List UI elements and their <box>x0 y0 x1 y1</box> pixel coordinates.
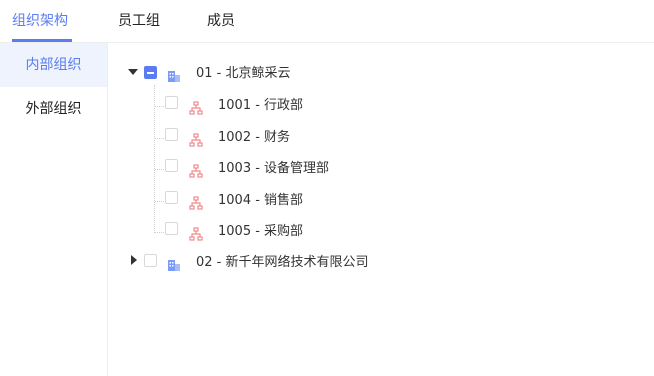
tree-connector <box>155 106 164 107</box>
tree-connector <box>155 232 164 233</box>
checkbox[interactable] <box>144 254 157 267</box>
checkbox-indeterminate[interactable] <box>144 66 157 79</box>
tree-node-label: 01 - 北京鲸采云 <box>196 66 291 81</box>
org-chart-icon <box>189 163 203 178</box>
building-icon <box>167 68 181 82</box>
checkbox[interactable] <box>165 128 178 141</box>
org-chart-icon <box>189 226 203 241</box>
checkbox[interactable] <box>165 96 178 109</box>
tree-node-label: 1003 - 设备管理部 <box>218 161 330 176</box>
caret-down-icon[interactable] <box>128 69 138 75</box>
org-tree: 01 - 北京鲸采云 1001 - 行政部 1002 - 财务 1003 - 设… <box>0 0 654 376</box>
tree-guide-line <box>154 85 155 233</box>
tree-node-label: 1005 - 采购部 <box>218 224 304 239</box>
tree-node-label: 1001 - 行政部 <box>218 98 304 113</box>
checkbox[interactable] <box>165 191 178 204</box>
building-icon <box>167 257 181 271</box>
tree-connector <box>155 138 164 139</box>
checkbox[interactable] <box>165 159 178 172</box>
checkbox[interactable] <box>165 222 178 235</box>
tree-connector <box>155 201 164 202</box>
tree-connector <box>155 169 164 170</box>
org-chart-icon <box>189 132 203 147</box>
org-chart-icon <box>189 195 203 210</box>
tree-node-label: 1002 - 财务 <box>218 130 291 145</box>
tree-node-label: 02 - 新千年网络技术有限公司 <box>196 255 369 270</box>
tree-node-label: 1004 - 销售部 <box>218 193 304 208</box>
caret-right-icon[interactable] <box>131 255 137 265</box>
org-chart-icon <box>189 100 203 115</box>
